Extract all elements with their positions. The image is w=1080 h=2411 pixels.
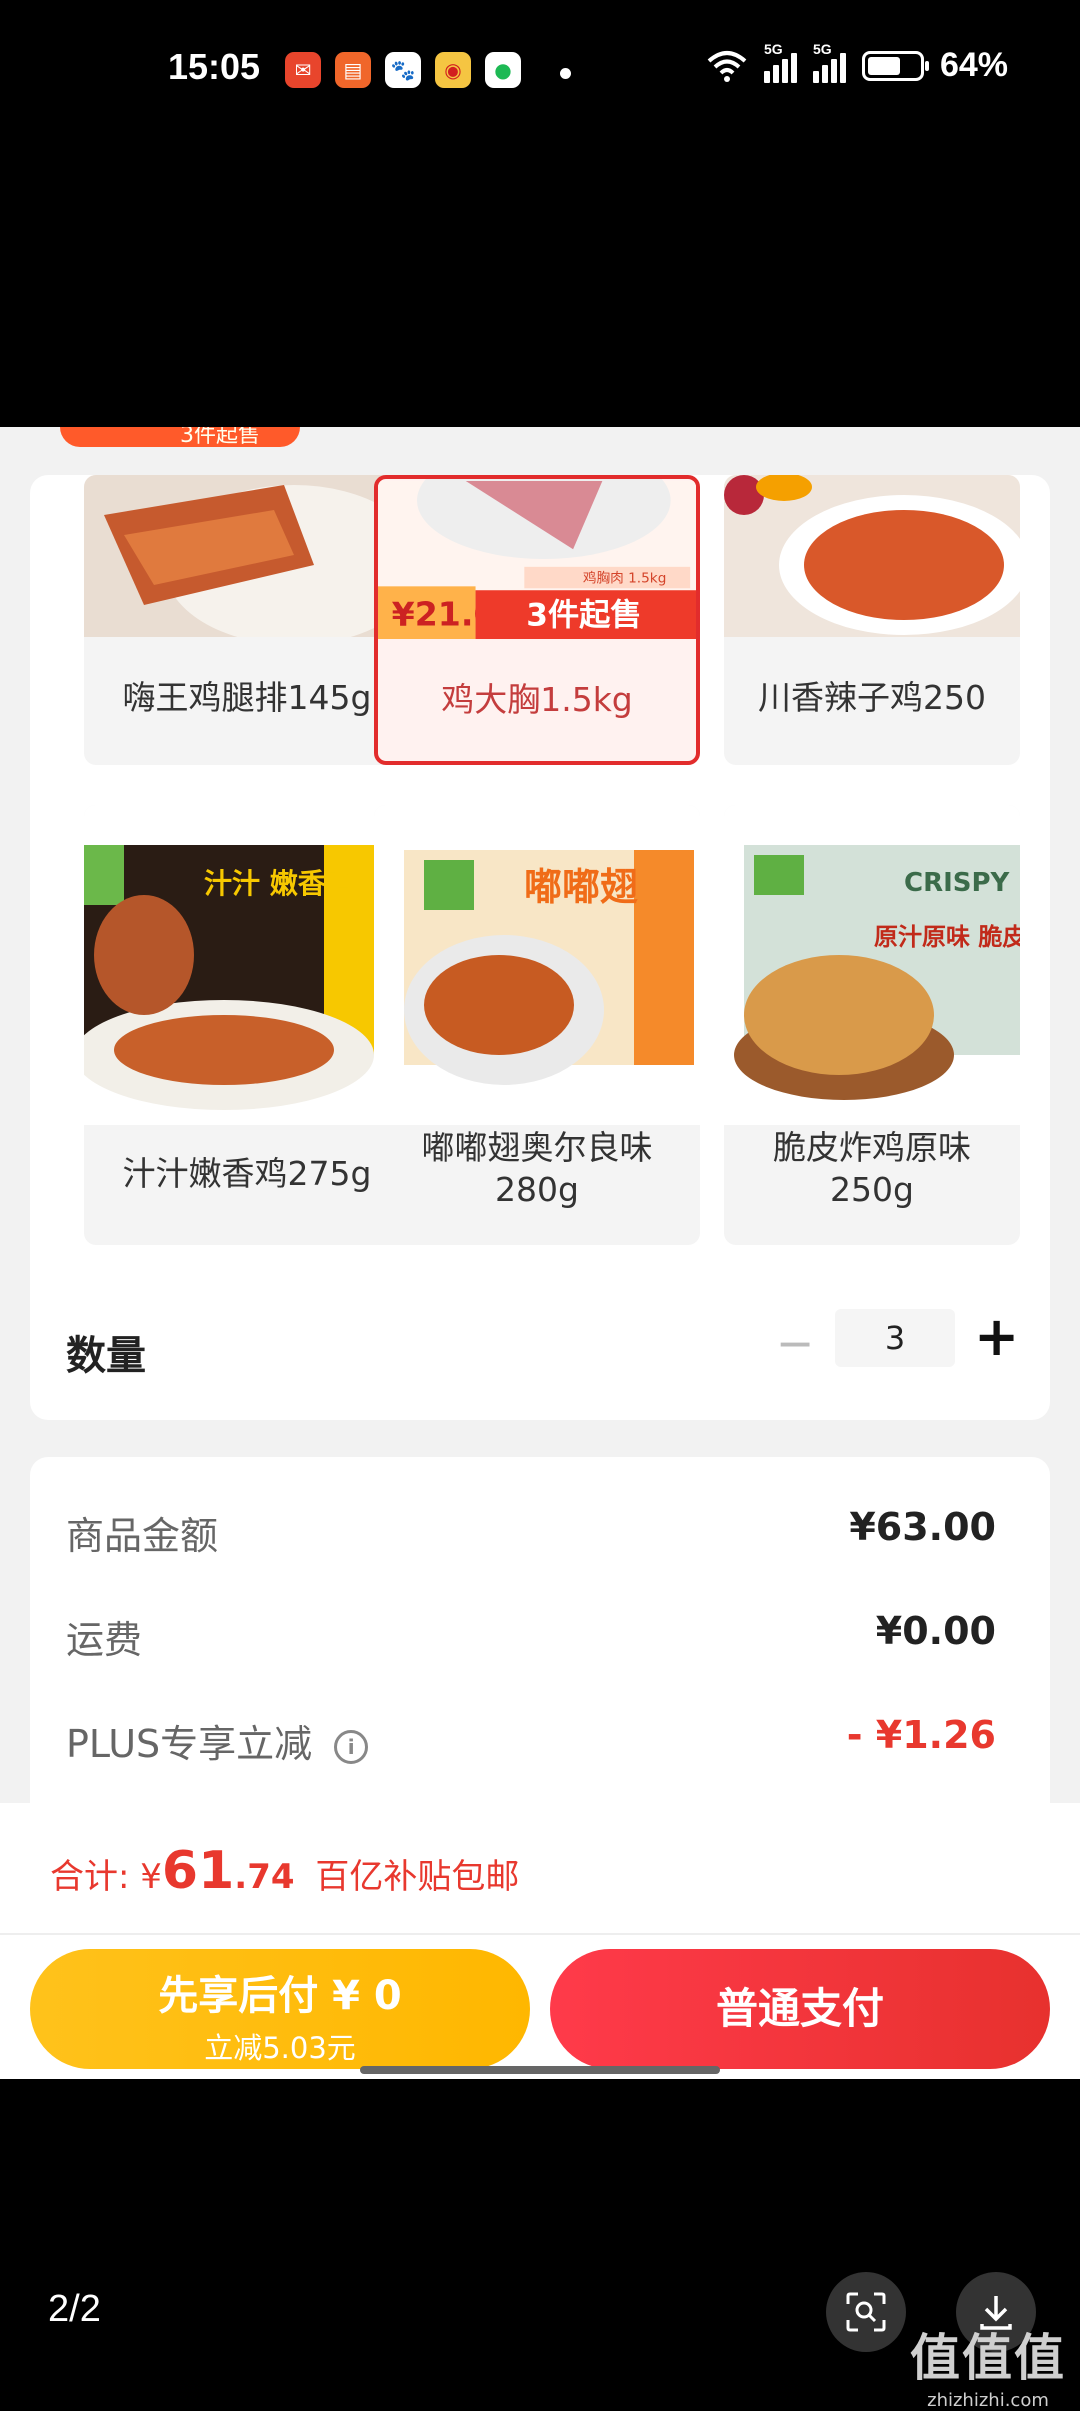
fee-row-shipping: 运费 ¥0.00: [66, 1609, 996, 1669]
battery-percent: 64%: [939, 46, 1008, 84]
product-card-chicken-breast[interactable]: 鸡胸肉 1.5kg ¥21.0 3件起售 鸡大胸1.5kg: [374, 475, 700, 765]
pay-later-discount: 立减5.03元: [204, 2031, 356, 2065]
divider: [0, 1933, 1080, 1935]
pay-later-label: 先享后付 ¥ 0: [158, 1973, 402, 2019]
scan-search-icon: [846, 2292, 886, 2332]
product-image: CRISPY 原汁原味 脆皮炸鸡: [724, 805, 1020, 1125]
notification-icons: ✉ ▤ 🐾 ◉ ●: [285, 52, 521, 88]
quantity-decrease-button[interactable]: −: [775, 1320, 815, 1366]
product-card-crispy-chicken[interactable]: CRISPY 原汁原味 脆皮炸鸡 脆皮炸鸡原味 250g: [724, 805, 1020, 1245]
quantity-label: 数量: [66, 1333, 146, 1379]
product-name: 脆皮炸鸡原味: [773, 1128, 971, 1167]
weight-tag: 鸡胸肉 1.5kg: [583, 569, 667, 586]
signal-label-1: 5G: [763, 40, 783, 57]
signal-label-2: 5G: [812, 40, 832, 57]
product-card-tender-chicken[interactable]: 汁汁 嫩香鸡 汁汁嫩香鸡275g: [84, 805, 410, 1245]
music-app-icon: ●: [485, 52, 521, 88]
info-icon[interactable]: i: [334, 1729, 369, 1764]
total-prefix: 合计:: [50, 1857, 130, 1897]
fee-value: ¥63.00: [849, 1505, 996, 1549]
product-card-chicken-steak[interactable]: 嗨王鸡腿排145g: [84, 475, 410, 765]
pay-later-button[interactable]: 先享后付 ¥ 0 立减5.03元: [30, 1949, 530, 2069]
more-notifications-dot: [560, 68, 571, 79]
total-line: 合计: ¥61.74 百亿补贴包邮: [50, 1841, 519, 1901]
normal-pay-button[interactable]: 普通支付: [550, 1949, 1050, 2069]
pack-label: 嘟嘟翅: [524, 865, 638, 909]
total-currency: ¥: [140, 1857, 162, 1897]
fee-label: 运费: [66, 1618, 143, 1662]
signal-icon-2: 5G: [812, 41, 846, 83]
weibo-app-icon: ◉: [435, 52, 471, 88]
pack-label: 汁汁 嫩香鸡: [204, 867, 354, 900]
promo-tag: 3件起售: [60, 427, 300, 448]
product-card-spicy-chicken[interactable]: 川香辣子鸡250: [724, 475, 1020, 765]
page-indicator: 2/2: [48, 2288, 101, 2330]
product-selection-card: 嗨王鸡腿排145g 鸡胸肉 1.5kg ¥21.0 3件起售 鸡大胸1.5kg: [30, 475, 1050, 1420]
min-order-badge: 3件起售: [526, 597, 641, 633]
total-integer: 61: [161, 1841, 235, 1901]
image-search-button[interactable]: [826, 2272, 906, 2352]
checkout-footer: 合计: ¥61.74 百亿补贴包邮 先享后付 ¥ 0 立减5.03元 普通支付: [0, 1803, 1080, 2079]
watermark-text: 值值值: [910, 2329, 1066, 2387]
product-image: [84, 475, 410, 637]
fee-row-plus-discount: PLUS专享立减 i - ¥1.26: [66, 1713, 996, 1773]
fee-label: PLUS专享立减: [66, 1722, 313, 1766]
product-name: 嗨王鸡腿排145g: [122, 678, 372, 717]
product-image: 嘟嘟翅: [374, 805, 700, 1125]
product-image: 鸡胸肉 1.5kg ¥21.0 3件起售: [378, 479, 696, 640]
fee-row-goods: 商品金额 ¥63.00: [66, 1505, 996, 1565]
site-watermark: 值值值 zhizhizhi.com: [910, 2318, 1066, 2411]
battery-icon: [861, 50, 929, 81]
product-name: 嘟嘟翅奥尔良味: [421, 1128, 653, 1167]
news-app-icon: ▤: [335, 52, 371, 88]
watermark-domain: zhizhizhi.com: [927, 2390, 1049, 2411]
quantity-row: 数量 − 3 +: [30, 1295, 1050, 1395]
fee-value: ¥0.00: [875, 1609, 996, 1653]
product-name: 汁汁嫩香鸡275g: [122, 1154, 372, 1193]
total-decimal: .74: [234, 1857, 295, 1897]
status-time: 15:05: [168, 46, 261, 87]
pack-label: 原汁原味 脆皮炸鸡: [874, 923, 1020, 951]
product-name: 鸡大胸1.5kg: [441, 680, 633, 719]
product-name-weight: 250g: [830, 1170, 914, 1209]
status-bar: 15:05 ✉ ▤ 🐾 ◉ ● 5G 5G 64%: [0, 0, 1080, 150]
pack-label-en: CRISPY: [904, 868, 1011, 898]
product-name: 川香辣子鸡250: [758, 678, 986, 717]
fee-label: 商品金额: [66, 1514, 219, 1558]
product-card-orleans-wings[interactable]: 嘟嘟翅 嘟嘟翅奥尔良味 280g: [374, 805, 700, 1245]
quantity-increase-button[interactable]: +: [974, 1310, 1019, 1364]
home-indicator: [360, 2066, 720, 2074]
signal-icon-1: 5G: [763, 41, 797, 83]
wifi-icon: [707, 50, 747, 82]
total-subsidy-note: 百亿补贴包邮: [315, 1857, 520, 1897]
product-image: [724, 475, 1020, 637]
product-name-weight: 280g: [495, 1170, 579, 1209]
quantity-input[interactable]: 3: [835, 1309, 955, 1367]
baidu-app-icon: 🐾: [385, 52, 421, 88]
fee-value: - ¥1.26: [846, 1713, 996, 1757]
product-image: 汁汁 嫩香鸡: [84, 805, 410, 1125]
mail-app-icon: ✉: [285, 52, 321, 88]
